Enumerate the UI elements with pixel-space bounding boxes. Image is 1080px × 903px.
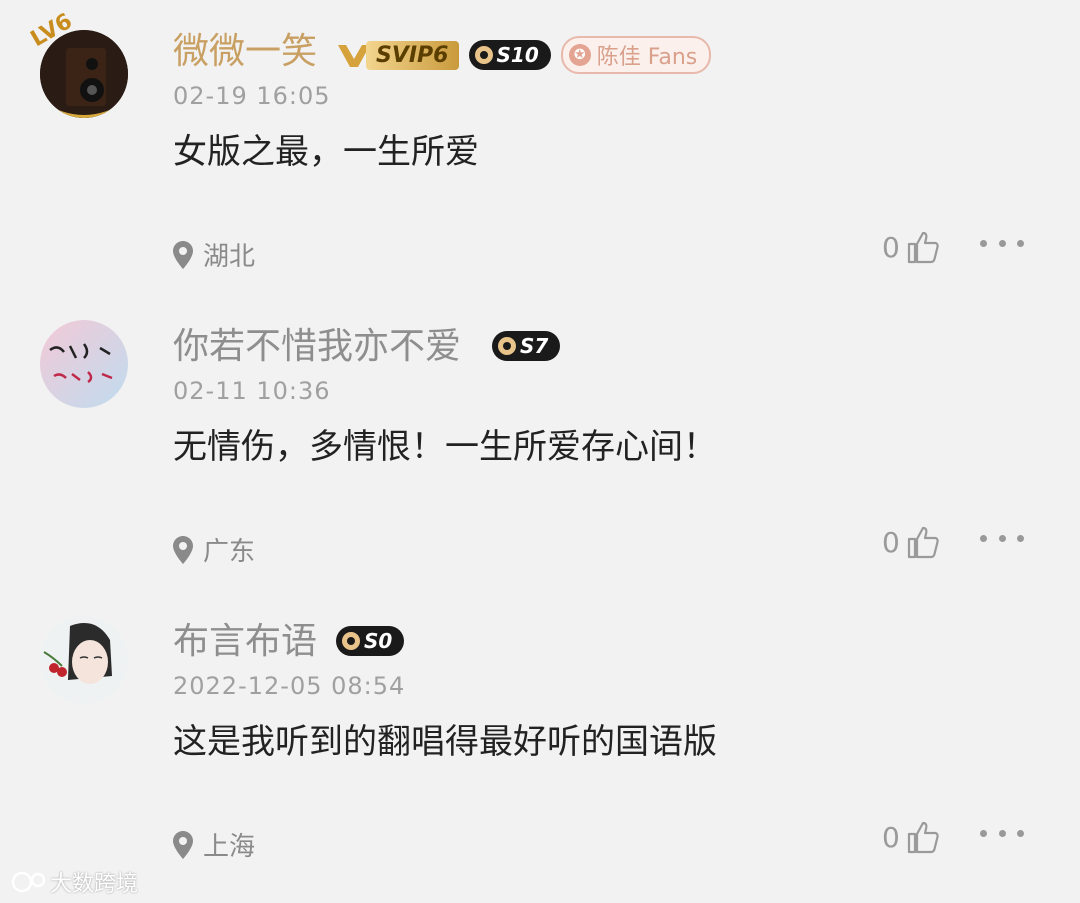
like-count: 0 <box>882 230 900 264</box>
comment-time: 2022-12-05 08:54 <box>173 672 406 700</box>
location-label: 广东 <box>203 537 256 567</box>
s-level-badge[interactable]: S10 <box>468 40 551 70</box>
s-level-badge[interactable]: S7 <box>492 331 561 361</box>
location-pin-icon <box>173 240 193 269</box>
avatar[interactable] <box>40 320 128 408</box>
badge-row: SVIP6 S10 ✪ 陈佳 Fans <box>336 36 712 74</box>
comment-text[interactable]: 无情伤，多情恨！一生所爱存心间！ <box>173 423 717 471</box>
badge-row: S0 <box>336 626 405 656</box>
comment-item: 你若不惜我亦不爱 S7 02-11 10:36 无情伤，多情恨！一生所爱存心间！… <box>0 295 1080 590</box>
like-button[interactable]: 0 <box>882 525 940 559</box>
location-label: 上海 <box>203 832 256 862</box>
nickname[interactable]: 布言布语 <box>173 618 317 666</box>
like-button[interactable]: 0 <box>882 820 940 854</box>
fans-star-icon: ✪ <box>568 44 591 66</box>
thumbs-up-icon <box>907 526 939 559</box>
watermark: 大数跨境 <box>10 866 138 898</box>
svip-badge[interactable]: SVIP6 <box>336 39 459 71</box>
s-level-label: S0 <box>364 629 393 653</box>
more-options-icon[interactable] <box>980 828 1024 838</box>
badge-row: S7 <box>492 331 561 361</box>
location: 湖北 <box>173 236 255 273</box>
watermark-logo-icon <box>11 871 46 893</box>
watermark-label: 大数跨境 <box>50 872 139 897</box>
s-level-label: S10 <box>496 43 539 67</box>
location: 广东 <box>173 531 255 568</box>
like-count: 0 <box>882 525 900 559</box>
s-level-icon <box>498 337 516 355</box>
location-pin-icon <box>173 830 193 859</box>
comment-text[interactable]: 女版之最，一生所爱 <box>173 128 479 176</box>
s-level-icon <box>474 46 493 64</box>
calligraphy-avatar-image <box>49 343 113 384</box>
location: 上海 <box>173 826 255 863</box>
thumbs-up-icon <box>907 231 939 264</box>
like-count: 0 <box>882 820 900 854</box>
like-button[interactable]: 0 <box>882 230 940 264</box>
comment-time: 02-19 16:05 <box>173 82 331 110</box>
comment-item: 布言布语 S0 2022-12-05 08:54 这是我听到的翻唱得最好听的国语… <box>0 590 1080 885</box>
more-options-icon[interactable] <box>980 533 1024 543</box>
s-level-label: S7 <box>520 334 549 358</box>
nickname[interactable]: 微微一笑 <box>173 28 317 76</box>
fans-badge[interactable]: ✪ 陈佳 Fans <box>560 36 712 74</box>
svip-label: SVIP6 <box>366 40 459 70</box>
avatar[interactable] <box>40 616 128 704</box>
more-options-icon[interactable] <box>980 238 1024 248</box>
thumbs-up-icon <box>907 821 939 854</box>
s-level-icon <box>342 632 360 650</box>
s-level-badge[interactable]: S0 <box>336 626 405 656</box>
location-pin-icon <box>173 535 193 564</box>
fans-label: 陈佳 Fans <box>596 45 698 70</box>
comment-text[interactable]: 这是我听到的翻唱得最好听的国语版 <box>173 718 717 766</box>
comment-time: 02-11 10:36 <box>173 377 331 405</box>
portrait-avatar-image <box>40 616 128 704</box>
comment-item: LV6 微微一笑 SVIP6 S10 ✪ 陈佳 Fans 02-19 16:05… <box>0 0 1080 295</box>
location-label: 湖北 <box>203 242 256 272</box>
nickname[interactable]: 你若不惜我亦不爱 <box>173 323 461 371</box>
